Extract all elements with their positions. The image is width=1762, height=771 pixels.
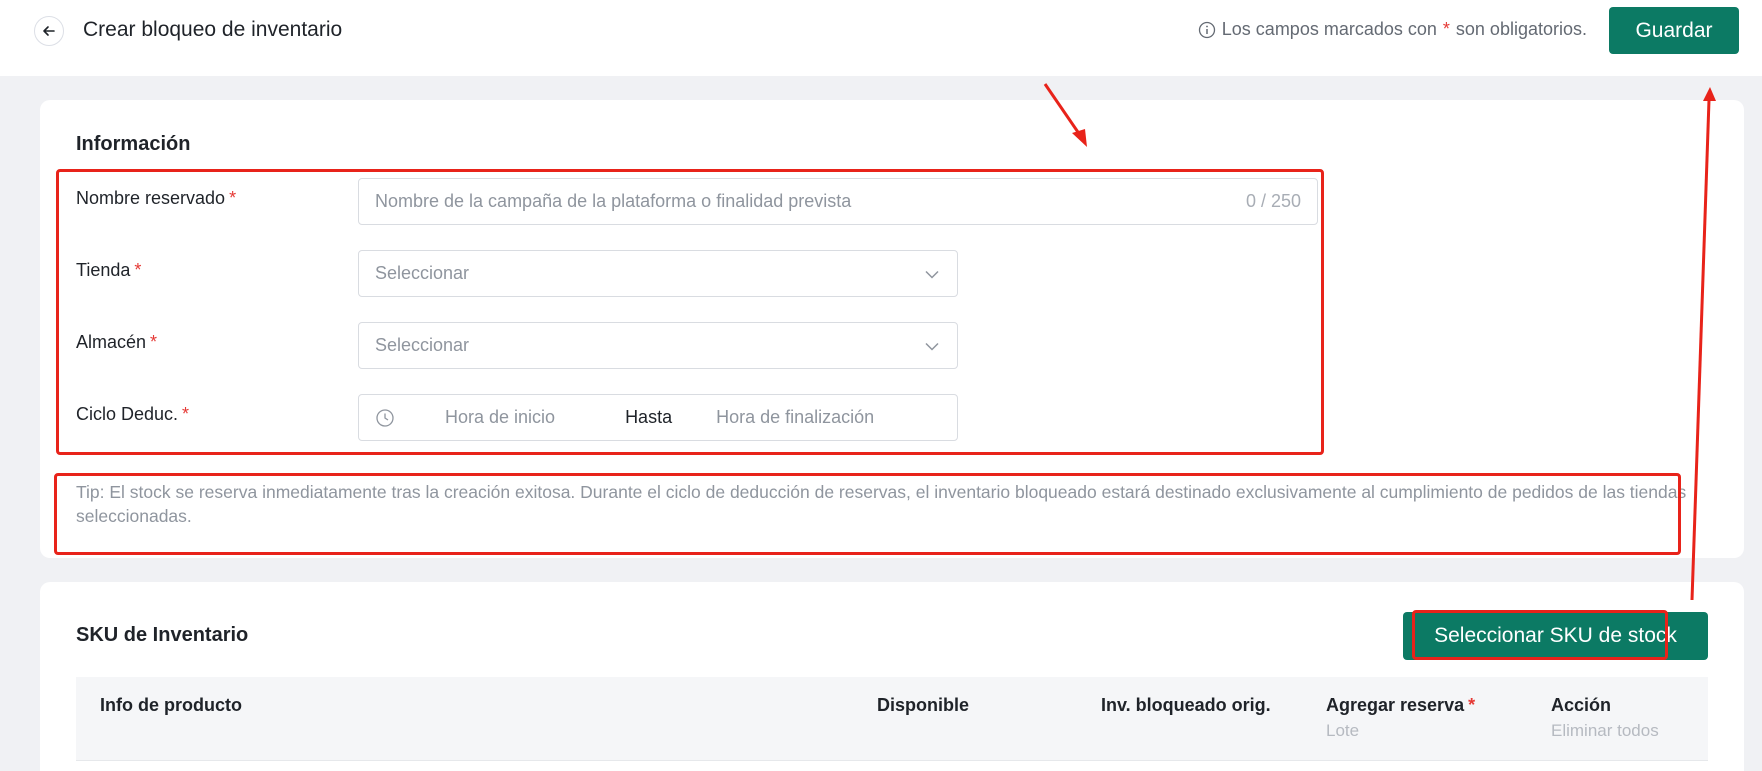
- page-title: Crear bloqueo de inventario: [83, 18, 343, 41]
- arrow-head-up: [1703, 87, 1716, 101]
- required-note-suffix: son obligatorios.: [1455, 19, 1587, 39]
- required-fields-note: Los campos marcados con * son obligatori…: [1198, 19, 1587, 40]
- back-button[interactable]: [34, 16, 64, 46]
- deduction-cycle-label: Ciclo Deduc. *: [76, 404, 189, 425]
- information-card: Información Nombre reservado * Nombre de …: [40, 100, 1744, 558]
- chevron-down-icon: [923, 265, 941, 283]
- tip-text: Tip: El stock se reserva inmediatamente …: [76, 482, 1687, 526]
- end-time-placeholder[interactable]: Hora de finalización: [716, 407, 874, 428]
- warehouse-label-text: Almacén: [76, 332, 147, 352]
- store-label: Tienda *: [76, 260, 141, 281]
- column-action: Acción: [1551, 695, 1612, 715]
- sku-table-header: Info de producto Disponible Inv. bloquea…: [76, 677, 1708, 761]
- sku-card: SKU de Inventario Seleccionar SKU de sto…: [40, 582, 1744, 771]
- required-note-star: *: [1442, 19, 1450, 39]
- warehouse-select-placeholder: Seleccionar: [375, 335, 470, 355]
- information-section-title: Información: [76, 133, 191, 155]
- store-select[interactable]: Seleccionar: [358, 250, 958, 297]
- column-product-info: Info de producto: [100, 695, 242, 715]
- required-note-prefix: Los campos marcados con: [1221, 19, 1437, 39]
- column-available: Disponible: [877, 695, 970, 715]
- char-counter: 0 / 250: [1245, 191, 1301, 211]
- required-star: *: [134, 260, 142, 280]
- page-header: Crear bloqueo de inventario Los campos m…: [0, 0, 1762, 76]
- deduction-cycle-label-text: Ciclo Deduc.: [76, 404, 179, 424]
- reserved-name-label: Nombre reservado *: [76, 188, 236, 209]
- required-star: *: [229, 188, 237, 208]
- save-button[interactable]: Guardar: [1609, 7, 1739, 54]
- store-label-text: Tienda: [76, 260, 131, 280]
- info-circle-icon: [1198, 21, 1216, 39]
- start-time-placeholder[interactable]: Hora de inicio: [445, 407, 555, 428]
- required-star: *: [1468, 695, 1476, 715]
- column-orig-locked: Inv. bloqueado orig.: [1101, 695, 1271, 715]
- chevron-down-icon: [923, 337, 941, 355]
- clock-icon: [375, 408, 395, 428]
- reserved-name-placeholder: Nombre de la campaña de la plataforma o …: [375, 191, 852, 211]
- warehouse-label: Almacén *: [76, 332, 157, 353]
- column-add-reserve-label: Agregar reserva: [1326, 695, 1465, 715]
- store-select-placeholder: Seleccionar: [375, 263, 470, 283]
- required-star: *: [182, 404, 190, 424]
- back-arrow-icon: [42, 24, 56, 38]
- required-star: *: [150, 332, 158, 352]
- range-separator: Hasta: [625, 407, 673, 427]
- warehouse-select[interactable]: Seleccionar: [358, 322, 958, 369]
- reserved-name-input[interactable]: Nombre de la campaña de la plataforma o …: [358, 178, 1318, 225]
- delete-all-link[interactable]: Eliminar todos: [1551, 721, 1659, 741]
- column-add-reserve-sub: Lote: [1326, 721, 1360, 740]
- column-add-reserve: Agregar reserva *: [1326, 695, 1475, 716]
- deduction-cycle-range-picker[interactable]: Hora de inicio Hasta Hora de finalizació…: [358, 394, 958, 441]
- select-sku-button[interactable]: Seleccionar SKU de stock: [1403, 612, 1708, 660]
- reserved-name-label-text: Nombre reservado: [76, 188, 226, 208]
- sku-section-title: SKU de Inventario: [76, 624, 249, 646]
